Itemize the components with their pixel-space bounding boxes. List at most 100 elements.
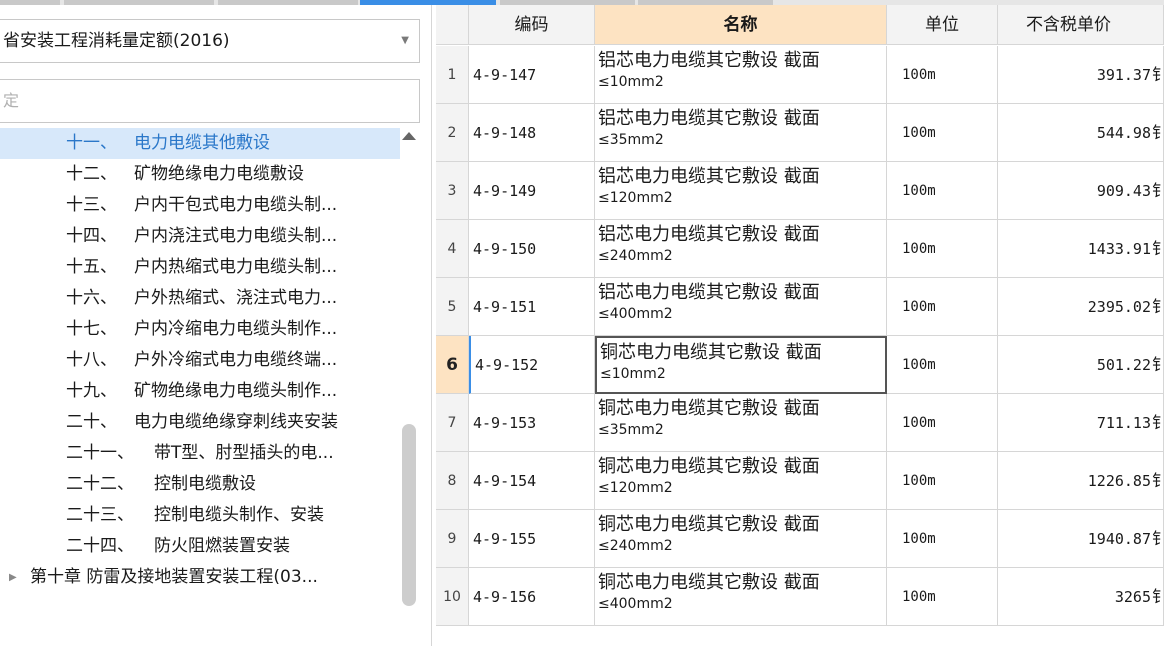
cell-name-line1: 铜芯电力电缆其它敷设 截面 bbox=[598, 456, 820, 477]
cell-name-line2: ≤10mm2 bbox=[598, 74, 664, 90]
tree-item[interactable]: 二十二、 控制电缆敷设 bbox=[0, 469, 400, 500]
table-row[interactable]: 74-9-153铜芯电力电缆其它敷设 截面≤35mm2100m711.13钅 bbox=[436, 394, 1164, 452]
cell-unit[interactable]: 100m bbox=[887, 452, 998, 510]
cell-name[interactable]: 铜芯电力电缆其它敷设 截面 ≤400mm2 bbox=[595, 568, 887, 626]
cell-price[interactable]: 391.37钅 bbox=[998, 46, 1164, 104]
row-index[interactable]: 5 bbox=[436, 278, 469, 336]
chevron-down-icon[interactable]: ▼ bbox=[401, 20, 409, 62]
cell-unit[interactable]: 100m bbox=[887, 510, 998, 568]
cell-price[interactable]: 1940.87钅 bbox=[998, 510, 1164, 568]
tree-item-label: 户内热缩式电力电缆头制... bbox=[134, 257, 338, 277]
tree-item-label: 控制电缆头制作、安装 bbox=[154, 505, 324, 525]
table-row[interactable]: 94-9-155铜芯电力电缆其它敷设 截面≤240mm2100m1940.87钅 bbox=[436, 510, 1164, 568]
cell-unit[interactable]: 100m bbox=[887, 104, 998, 162]
tree-item-number: 十九、 bbox=[66, 381, 117, 401]
cell-price[interactable]: 501.22钅 bbox=[998, 336, 1164, 394]
cell-price[interactable]: 711.13钅 bbox=[998, 394, 1164, 452]
cell-name-line2: ≤35mm2 bbox=[598, 422, 664, 438]
cell-price[interactable]: 2395.02钅 bbox=[998, 278, 1164, 336]
tree-item[interactable]: 二十四、 防火阻燃装置安装 bbox=[0, 531, 400, 562]
cell-code[interactable]: 4-9-149 bbox=[469, 162, 595, 220]
tree-item[interactable]: 十九、 矿物绝缘电力电缆头制作... bbox=[0, 376, 400, 407]
expand-arrow-icon[interactable]: ▶ bbox=[9, 562, 17, 593]
cell-unit[interactable]: 100m bbox=[887, 162, 998, 220]
table-row[interactable]: 34-9-149铝芯电力电缆其它敷设 截面≤120mm2100m909.43钅 bbox=[436, 162, 1164, 220]
cell-code[interactable]: 4-9-151 bbox=[469, 278, 595, 336]
header-code[interactable]: 编码 bbox=[469, 5, 595, 45]
table-row[interactable]: 104-9-156铜芯电力电缆其它敷设 截面≤400mm2100m3265钅 bbox=[436, 568, 1164, 626]
tree-item[interactable]: 十三、 户内干包式电力电缆头制... bbox=[0, 190, 400, 221]
cell-unit[interactable]: 100m bbox=[887, 336, 998, 394]
cell-price[interactable]: 1226.85钅 bbox=[998, 452, 1164, 510]
header-price[interactable]: 不含税单价 bbox=[998, 5, 1164, 45]
search-input[interactable]: 定 bbox=[0, 79, 420, 123]
cell-price[interactable]: 1433.91钅 bbox=[998, 220, 1164, 278]
table-row[interactable]: 14-9-147铝芯电力电缆其它敷设 截面≤10mm2100m391.37钅 bbox=[436, 46, 1164, 104]
tree-item[interactable]: 十四、 户内浇注式电力电缆头制... bbox=[0, 221, 400, 252]
cell-code[interactable]: 4-9-156 bbox=[469, 568, 595, 626]
tree-item-number: 十五、 bbox=[66, 257, 117, 277]
tree-scrollbar[interactable] bbox=[398, 128, 420, 646]
tree-chapter[interactable]: ▶ 第十章 防雷及接地装置安装工程(03... bbox=[0, 562, 400, 593]
cell-code[interactable]: 4-9-153 bbox=[469, 394, 595, 452]
cell-name[interactable]: 铝芯电力电缆其它敷设 截面 ≤400mm2 bbox=[595, 278, 887, 336]
tree-item[interactable]: 十七、 户内冷缩电力电缆头制作... bbox=[0, 314, 400, 345]
cell-overflow-text: 钅 bbox=[1152, 452, 1163, 509]
cell-code[interactable]: 4-9-150 bbox=[469, 220, 595, 278]
cell-code[interactable]: 4-9-148 bbox=[469, 104, 595, 162]
cell-code[interactable]: 4-9-154 bbox=[469, 452, 595, 510]
table-row[interactable]: 84-9-154铜芯电力电缆其它敷设 截面≤120mm2100m1226.85钅 bbox=[436, 452, 1164, 510]
cell-name[interactable]: 铝芯电力电缆其它敷设 截面 ≤120mm2 bbox=[595, 162, 887, 220]
cell-unit[interactable]: 100m bbox=[887, 46, 998, 104]
tree-item[interactable]: 二十三、 控制电缆头制作、安装 bbox=[0, 500, 400, 531]
header-name[interactable]: 名称 bbox=[595, 5, 887, 45]
tree-item-label: 户内干包式电力电缆头制... bbox=[134, 195, 338, 215]
cell-name[interactable]: 铜芯电力电缆其它敷设 截面 ≤240mm2 bbox=[595, 510, 887, 568]
cell-name[interactable]: 铝芯电力电缆其它敷设 截面 ≤35mm2 bbox=[595, 104, 887, 162]
cell-name[interactable]: 铜芯电力电缆其它敷设 截面 ≤35mm2 bbox=[595, 394, 887, 452]
tree-item[interactable]: 十二、 矿物绝缘电力电缆敷设 bbox=[0, 159, 400, 190]
table-row[interactable]: 24-9-148铝芯电力电缆其它敷设 截面≤35mm2100m544.98钅 bbox=[436, 104, 1164, 162]
tree-item[interactable]: 二十一、 带T型、肘型插头的电... bbox=[0, 438, 400, 469]
tree-item[interactable]: 十八、 户外冷缩式电力电缆终端... bbox=[0, 345, 400, 376]
table-row[interactable]: 44-9-150铝芯电力电缆其它敷设 截面≤240mm2100m1433.91钅 bbox=[436, 220, 1164, 278]
tree-item[interactable]: 十六、 户外热缩式、浇注式电力... bbox=[0, 283, 400, 314]
cell-price[interactable]: 544.98钅 bbox=[998, 104, 1164, 162]
library-select[interactable]: 省安装工程消耗量定额(2016) ▼ bbox=[0, 19, 420, 63]
cell-unit[interactable]: 100m bbox=[887, 568, 998, 626]
cell-name[interactable]: 铝芯电力电缆其它敷设 截面 ≤240mm2 bbox=[595, 220, 887, 278]
cell-price-value: 544.98 bbox=[1096, 124, 1151, 142]
tree-item[interactable]: 十五、 户内热缩式电力电缆头制... bbox=[0, 252, 400, 283]
cell-code[interactable]: 4-9-152 bbox=[469, 336, 595, 394]
row-index[interactable]: 9 bbox=[436, 510, 469, 568]
row-index[interactable]: 7 bbox=[436, 394, 469, 452]
row-index[interactable]: 6 bbox=[436, 336, 469, 394]
header-unit[interactable]: 单位 bbox=[887, 5, 998, 45]
row-index[interactable]: 8 bbox=[436, 452, 469, 510]
cell-code[interactable]: 4-9-155 bbox=[469, 510, 595, 568]
row-index[interactable]: 2 bbox=[436, 104, 469, 162]
cell-unit[interactable]: 100m bbox=[887, 394, 998, 452]
cell-price[interactable]: 3265钅 bbox=[998, 568, 1164, 626]
cell-overflow-text: 钅 bbox=[1152, 568, 1163, 625]
cell-price[interactable]: 909.43钅 bbox=[998, 162, 1164, 220]
cell-name[interactable]: 铜芯电力电缆其它敷设 截面 ≤120mm2 bbox=[595, 452, 887, 510]
row-index[interactable]: 4 bbox=[436, 220, 469, 278]
cell-unit[interactable]: 100m bbox=[887, 278, 998, 336]
cell-name[interactable]: 铝芯电力电缆其它敷设 截面 ≤10mm2 bbox=[595, 46, 887, 104]
row-index[interactable]: 3 bbox=[436, 162, 469, 220]
cell-code[interactable]: 4-9-147 bbox=[469, 46, 595, 104]
tree-item[interactable]: 二十、 电力电缆绝缘穿刺线夹安装 bbox=[0, 407, 400, 438]
cell-overflow-text: 钅 bbox=[1152, 220, 1163, 277]
tree-item-selected[interactable]: 十一、 电力电缆其他敷设 bbox=[0, 128, 400, 159]
row-index[interactable]: 1 bbox=[436, 46, 469, 104]
scroll-up-icon[interactable] bbox=[402, 132, 416, 140]
cell-unit[interactable]: 100m bbox=[887, 220, 998, 278]
chapter-tree: 十一、 电力电缆其他敷设 十二、 矿物绝缘电力电缆敷设 十三、 户内干包式电力电… bbox=[0, 128, 400, 646]
cell-name[interactable]: 铜芯电力电缆其它敷设 截面 ≤10mm2 bbox=[595, 336, 887, 394]
row-index[interactable]: 10 bbox=[436, 568, 469, 626]
table-row[interactable]: 54-9-151铝芯电力电缆其它敷设 截面≤400mm2100m2395.02钅 bbox=[436, 278, 1164, 336]
table-row[interactable]: 64-9-152铜芯电力电缆其它敷设 截面≤10mm2100m501.22钅 bbox=[436, 336, 1164, 394]
scrollbar-thumb[interactable] bbox=[402, 424, 416, 606]
tree-chapter-label: 第十章 防雷及接地装置安装工程(03... bbox=[30, 567, 318, 587]
